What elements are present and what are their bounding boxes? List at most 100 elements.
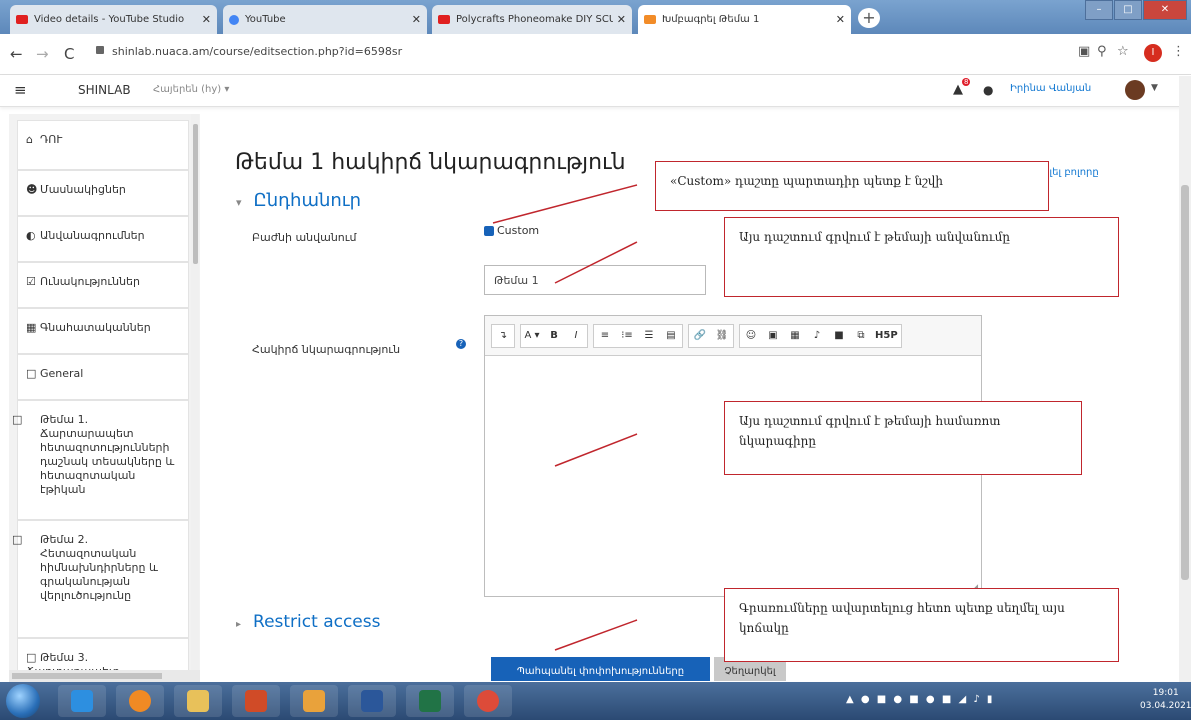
url-field[interactable]: shinlab.nuaca.am/course/editsection.php?… — [112, 45, 402, 58]
folder-icon: □ — [12, 413, 23, 426]
taskbar-app-excel[interactable] — [406, 685, 454, 717]
address-bar: ← → C shinlab.nuaca.am/course/editsectio… — [0, 34, 1191, 75]
paragraph-style-button[interactable]: A ▾ — [521, 325, 543, 347]
section-restrict-access-header[interactable]: ▸ Restrict access — [236, 612, 380, 632]
taskbar-clock[interactable]: 19:01 03.04.2021 — [1140, 687, 1191, 713]
minimize-button[interactable]: – — [1085, 0, 1113, 20]
image-button[interactable]: ▣ — [762, 325, 784, 347]
unordered-list-button[interactable]: ≡ — [594, 325, 616, 347]
sidebar-item-participants[interactable]: ☻ Մասնակիցներ — [17, 170, 189, 216]
reload-icon[interactable]: C — [64, 45, 74, 63]
windows-start-button[interactable] — [6, 684, 40, 718]
user-name[interactable]: Իրինա Վանյան — [1010, 83, 1091, 94]
close-tab-icon[interactable]: ✕ — [836, 13, 845, 26]
taskbar-app-powerpoint[interactable] — [232, 685, 280, 717]
notification-badge: 8 — [962, 78, 971, 86]
hamburger-menu-icon[interactable]: ≡ — [14, 81, 27, 99]
sidebar-item-badges[interactable]: ◐ Անվանագրումներ — [17, 216, 189, 262]
sidebar-horizontal-scrollbar-thumb[interactable] — [12, 673, 162, 679]
sidebar-item-competencies[interactable]: ☑ Ունակություններ — [17, 262, 189, 308]
sidebar-item-label: Ունակություններ — [40, 275, 140, 288]
folder-icon: □ — [26, 367, 37, 380]
sidebar-item-topic-2[interactable]: □ Թեմա 2. Հետազոտական հիմնախնդիրները և գր… — [12, 520, 189, 638]
help-icon[interactable]: ? — [456, 339, 466, 349]
page-title: Թեմա 1 հակիրճ նկարագրություն — [235, 150, 626, 175]
section-general-title: Ընդհանուր — [253, 190, 362, 211]
sidebar-item-dashboard[interactable]: ⌂ ԴՈՒ — [17, 120, 189, 170]
translate-icon[interactable]: ▣ — [1078, 44, 1090, 59]
browser-tab-edit-topic[interactable]: Խմբագրել Թեմա 1 ✕ — [638, 5, 851, 34]
profile-avatar[interactable]: I — [1144, 44, 1162, 62]
browser-tab-polycrafts[interactable]: Polycrafts Phoneomake DIY SCU ✕ — [432, 5, 632, 34]
zoom-icon[interactable]: ⚲ — [1097, 44, 1107, 59]
page-scrollbar-thumb[interactable] — [1181, 185, 1189, 580]
unlink-button[interactable]: ⛓ — [711, 325, 733, 347]
annotation-name-field: Այս դաշտում գրվում է թեմայի անվանումը — [724, 217, 1119, 297]
bookmark-star-icon[interactable]: ☆ — [1117, 44, 1129, 59]
browser-tab-youtube-studio[interactable]: Video details - YouTube Studio ✕ — [10, 5, 217, 34]
shield-icon: ◐ — [26, 229, 36, 242]
sidebar-item-topic-1[interactable]: □ Թեմա 1. Ճարտարապետ հետազոտությունների դ… — [12, 400, 189, 520]
link-button[interactable]: 🔗 — [689, 325, 711, 347]
close-tab-icon[interactable]: ✕ — [617, 13, 626, 26]
sidebar-scrollbar-thumb[interactable] — [193, 124, 198, 264]
taskbar-app-explorer[interactable] — [174, 685, 222, 717]
sidebar-item-label: Գնահատականներ — [40, 321, 151, 334]
taskbar-app-word[interactable] — [348, 685, 396, 717]
taskbar-app-chrome[interactable] — [464, 685, 512, 717]
user-avatar[interactable] — [1125, 80, 1145, 100]
windows-taskbar: ▲ ● ■ ● ■ ● ■ ◢ ♪ ▮ 19:01 03.04.2021 — [0, 682, 1191, 720]
notification-bell-icon[interactable]: ▲ — [953, 82, 963, 97]
browser-tab-youtube[interactable]: YouTube ✕ — [223, 5, 427, 34]
taskbar-app-outlook[interactable] — [290, 685, 338, 717]
tab-title: Խմբագրել Թեմա 1 — [662, 14, 760, 25]
taskbar-app-ie[interactable] — [58, 685, 106, 717]
italic-button[interactable]: I — [565, 325, 587, 347]
close-window-button[interactable]: ✕ — [1143, 0, 1187, 20]
custom-checkbox-label[interactable]: Custom — [497, 224, 539, 237]
indent-button[interactable]: ▤ — [660, 325, 682, 347]
toolbar-expand-button[interactable]: ↴ — [492, 325, 514, 347]
clock-time: 19:01 — [1152, 688, 1179, 698]
site-brand[interactable]: SHINLAB — [78, 83, 131, 97]
file-explorer-icon — [187, 690, 209, 712]
home-icon: ⌂ — [26, 133, 33, 146]
system-tray-icons[interactable]: ▲ ● ■ ● ■ ● ■ ◢ ♪ ▮ — [846, 694, 994, 705]
tab-title: Video details - YouTube Studio — [34, 14, 185, 25]
bold-button[interactable]: B — [543, 325, 565, 347]
taskbar-app-firefox[interactable] — [116, 685, 164, 717]
toolbar-group-links: 🔗 ⛓ — [688, 323, 734, 348]
h5p-button[interactable]: H5P — [872, 325, 901, 347]
save-changes-button[interactable]: Պահպանել փոփոխությունները — [491, 657, 710, 681]
section-name-input[interactable]: Թեմա 1 — [484, 265, 706, 295]
word-icon — [361, 690, 383, 712]
site-navbar: ≡ SHINLAB Հայերեն (hy) ▾ ▲ 8 ● Իրինա Վան… — [0, 75, 1191, 107]
sidebar-item-label: ԴՈՒ — [40, 133, 63, 146]
close-tab-icon[interactable]: ✕ — [202, 13, 211, 26]
new-tab-button[interactable]: + — [858, 8, 880, 28]
forward-icon[interactable]: → — [36, 45, 49, 63]
manage-files-button[interactable]: ⧉ — [850, 325, 872, 347]
checkbox-icon: ☑ — [26, 275, 36, 288]
sidebar-item-topic-3[interactable]: □Թեմա 3. Ճարտարապետ — [17, 638, 189, 670]
record-video-button[interactable]: ■ — [828, 325, 850, 347]
maximize-button[interactable]: □ — [1114, 0, 1142, 20]
menu-kebab-icon[interactable]: ⋮ — [1172, 44, 1185, 59]
sidebar-item-grades[interactable]: ▦ Գնահատականներ — [17, 308, 189, 354]
google-icon — [229, 14, 239, 25]
media-button[interactable]: ▦ — [784, 325, 806, 347]
language-selector[interactable]: Հայերեն (hy) ▾ — [153, 84, 229, 95]
messages-icon[interactable]: ● — [983, 83, 993, 97]
custom-checkbox[interactable] — [484, 226, 494, 236]
course-sidebar: ⌂ ԴՈՒ ☻ Մասնակիցներ ◐ Անվանագրումներ ☑ Ունակ… — [9, 114, 200, 670]
ordered-list-button[interactable]: ⁝≡ — [616, 325, 638, 347]
section-general-header[interactable]: ▾ Ընդհանուր — [236, 190, 361, 211]
emoticon-button[interactable]: ☺ — [740, 325, 762, 347]
annotation-summary-field: Այս դաշտում գրվում է թեմայի համառոտ նկար… — [724, 401, 1082, 475]
close-tab-icon[interactable]: ✕ — [412, 13, 421, 26]
back-icon[interactable]: ← — [10, 45, 23, 63]
sidebar-item-general[interactable]: □ General — [17, 354, 189, 400]
outdent-button[interactable]: ☰ — [638, 325, 660, 347]
record-audio-button[interactable]: ♪ — [806, 325, 828, 347]
user-menu-caret-icon[interactable]: ▼ — [1151, 83, 1158, 93]
